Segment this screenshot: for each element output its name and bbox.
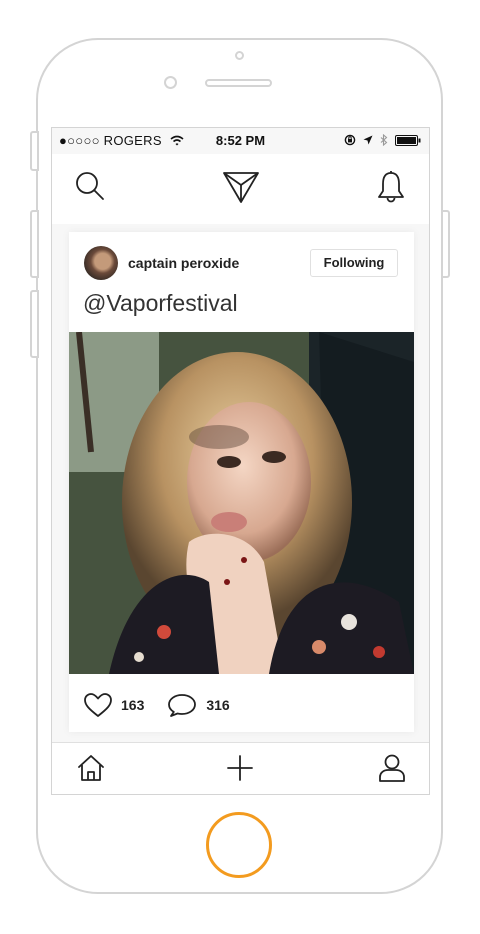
profile-icon[interactable] xyxy=(377,753,407,783)
like-count: 163 xyxy=(121,697,145,713)
status-icons xyxy=(344,134,421,146)
bluetooth-icon xyxy=(380,134,388,146)
side-button-mute xyxy=(30,131,39,171)
location-icon xyxy=(363,135,373,145)
post-actions: 163 316 xyxy=(83,690,230,720)
comment-count: 316 xyxy=(206,697,230,713)
side-button-volume-up xyxy=(30,210,39,278)
post-photo[interactable] xyxy=(69,332,414,674)
side-button-volume-down xyxy=(30,290,39,358)
bottom-tab-bar xyxy=(52,742,429,794)
avatar[interactable] xyxy=(84,246,118,280)
front-camera xyxy=(164,76,177,89)
post-username[interactable]: captain peroxide xyxy=(128,255,239,271)
post-card: captain peroxide Following @Vaporfestiva… xyxy=(69,232,414,732)
heart-icon[interactable] xyxy=(83,692,113,718)
rotation-lock-icon xyxy=(344,134,356,146)
post-caption: @Vaporfestival xyxy=(83,290,238,316)
home-button[interactable] xyxy=(206,812,272,878)
search-icon[interactable] xyxy=(74,170,106,202)
status-bar: ●○○○○ ROGERS 8:52 PM xyxy=(52,128,429,154)
following-button[interactable]: Following xyxy=(310,249,398,277)
proximity-sensor xyxy=(235,51,244,60)
app-screen: ●○○○○ ROGERS 8:52 PM captain peroxide Fo… xyxy=(51,127,430,795)
send-icon[interactable] xyxy=(222,170,260,204)
home-icon[interactable] xyxy=(76,753,106,783)
top-nav xyxy=(52,154,429,224)
earpiece-speaker xyxy=(205,79,272,87)
bell-icon[interactable] xyxy=(376,170,406,204)
battery-icon xyxy=(395,134,421,146)
side-button-power xyxy=(441,210,450,278)
plus-icon[interactable] xyxy=(225,753,255,783)
comment-icon[interactable] xyxy=(166,692,198,718)
